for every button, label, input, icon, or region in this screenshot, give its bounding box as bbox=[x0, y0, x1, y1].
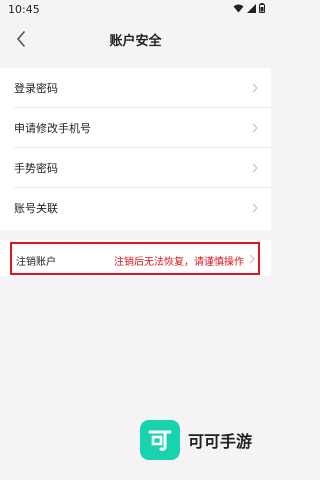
chevron-right-icon bbox=[249, 254, 255, 264]
chevron-right-icon bbox=[252, 123, 258, 133]
battery-icon bbox=[259, 3, 265, 13]
menu-item-label: 账号关联 bbox=[14, 202, 58, 215]
settings-menu: 登录密码 申请修改手机号 手势密码 账号关联 bbox=[0, 68, 271, 230]
menu-item-label: 申请修改手机号 bbox=[14, 122, 91, 135]
menu-item-label: 登录密码 bbox=[14, 82, 58, 95]
menu-item-change-phone[interactable]: 申请修改手机号 bbox=[0, 108, 271, 148]
chevron-right-icon bbox=[252, 203, 258, 213]
cancel-account-label: 注销账户 bbox=[16, 257, 56, 268]
brand-logo-glyph bbox=[148, 430, 172, 451]
brand-logo bbox=[140, 420, 180, 460]
status-bar: 10:45 bbox=[0, 0, 271, 20]
wifi-icon bbox=[233, 4, 244, 12]
signal-icon bbox=[247, 3, 256, 13]
status-icons bbox=[233, 3, 265, 13]
brand-name: 可可手游 bbox=[188, 432, 253, 451]
menu-item-gesture-password[interactable]: 手势密码 bbox=[0, 148, 271, 188]
menu-item-login-password[interactable]: 登录密码 bbox=[0, 68, 271, 108]
chevron-right-icon bbox=[252, 83, 258, 93]
watermark: 可可手游 bbox=[140, 420, 252, 460]
nav-bar: 账户安全 bbox=[0, 20, 271, 58]
menu-item-account-link[interactable]: 账号关联 bbox=[0, 188, 271, 228]
status-time: 10:45 bbox=[8, 3, 40, 16]
cancel-account-row: 注销账户 注销后无法恢复，请谨慎操作 bbox=[0, 240, 271, 276]
menu-item-label: 手势密码 bbox=[14, 162, 58, 175]
chevron-right-icon bbox=[252, 163, 258, 173]
cancel-account-warning: 注销后无法恢复，请谨慎操作 bbox=[114, 257, 244, 268]
page-title: 账户安全 bbox=[109, 34, 162, 49]
cancel-account-button[interactable]: 注销账户 注销后无法恢复，请谨慎操作 bbox=[10, 242, 260, 275]
